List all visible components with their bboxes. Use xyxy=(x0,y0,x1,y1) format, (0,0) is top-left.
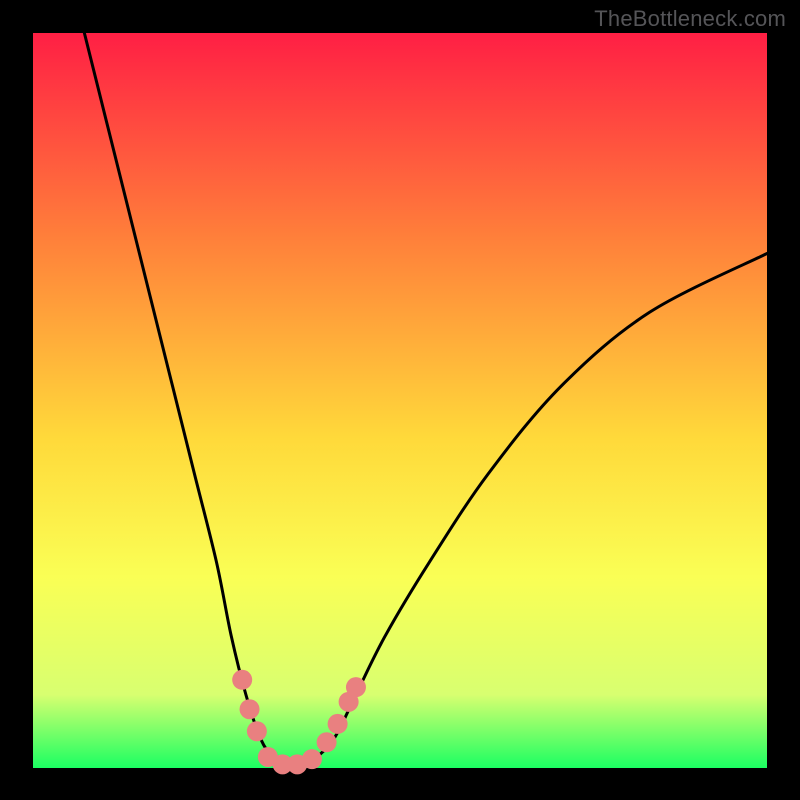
curve-marker xyxy=(317,732,337,752)
curve-marker xyxy=(240,699,260,719)
chart-frame: TheBottleneck.com xyxy=(0,0,800,800)
bottleneck-chart xyxy=(0,0,800,800)
curve-marker xyxy=(232,670,252,690)
curve-marker xyxy=(302,749,322,769)
curve-marker xyxy=(328,714,348,734)
curve-marker xyxy=(346,677,366,697)
watermark-text: TheBottleneck.com xyxy=(594,6,786,32)
curve-marker xyxy=(247,721,267,741)
plot-area xyxy=(33,33,767,768)
